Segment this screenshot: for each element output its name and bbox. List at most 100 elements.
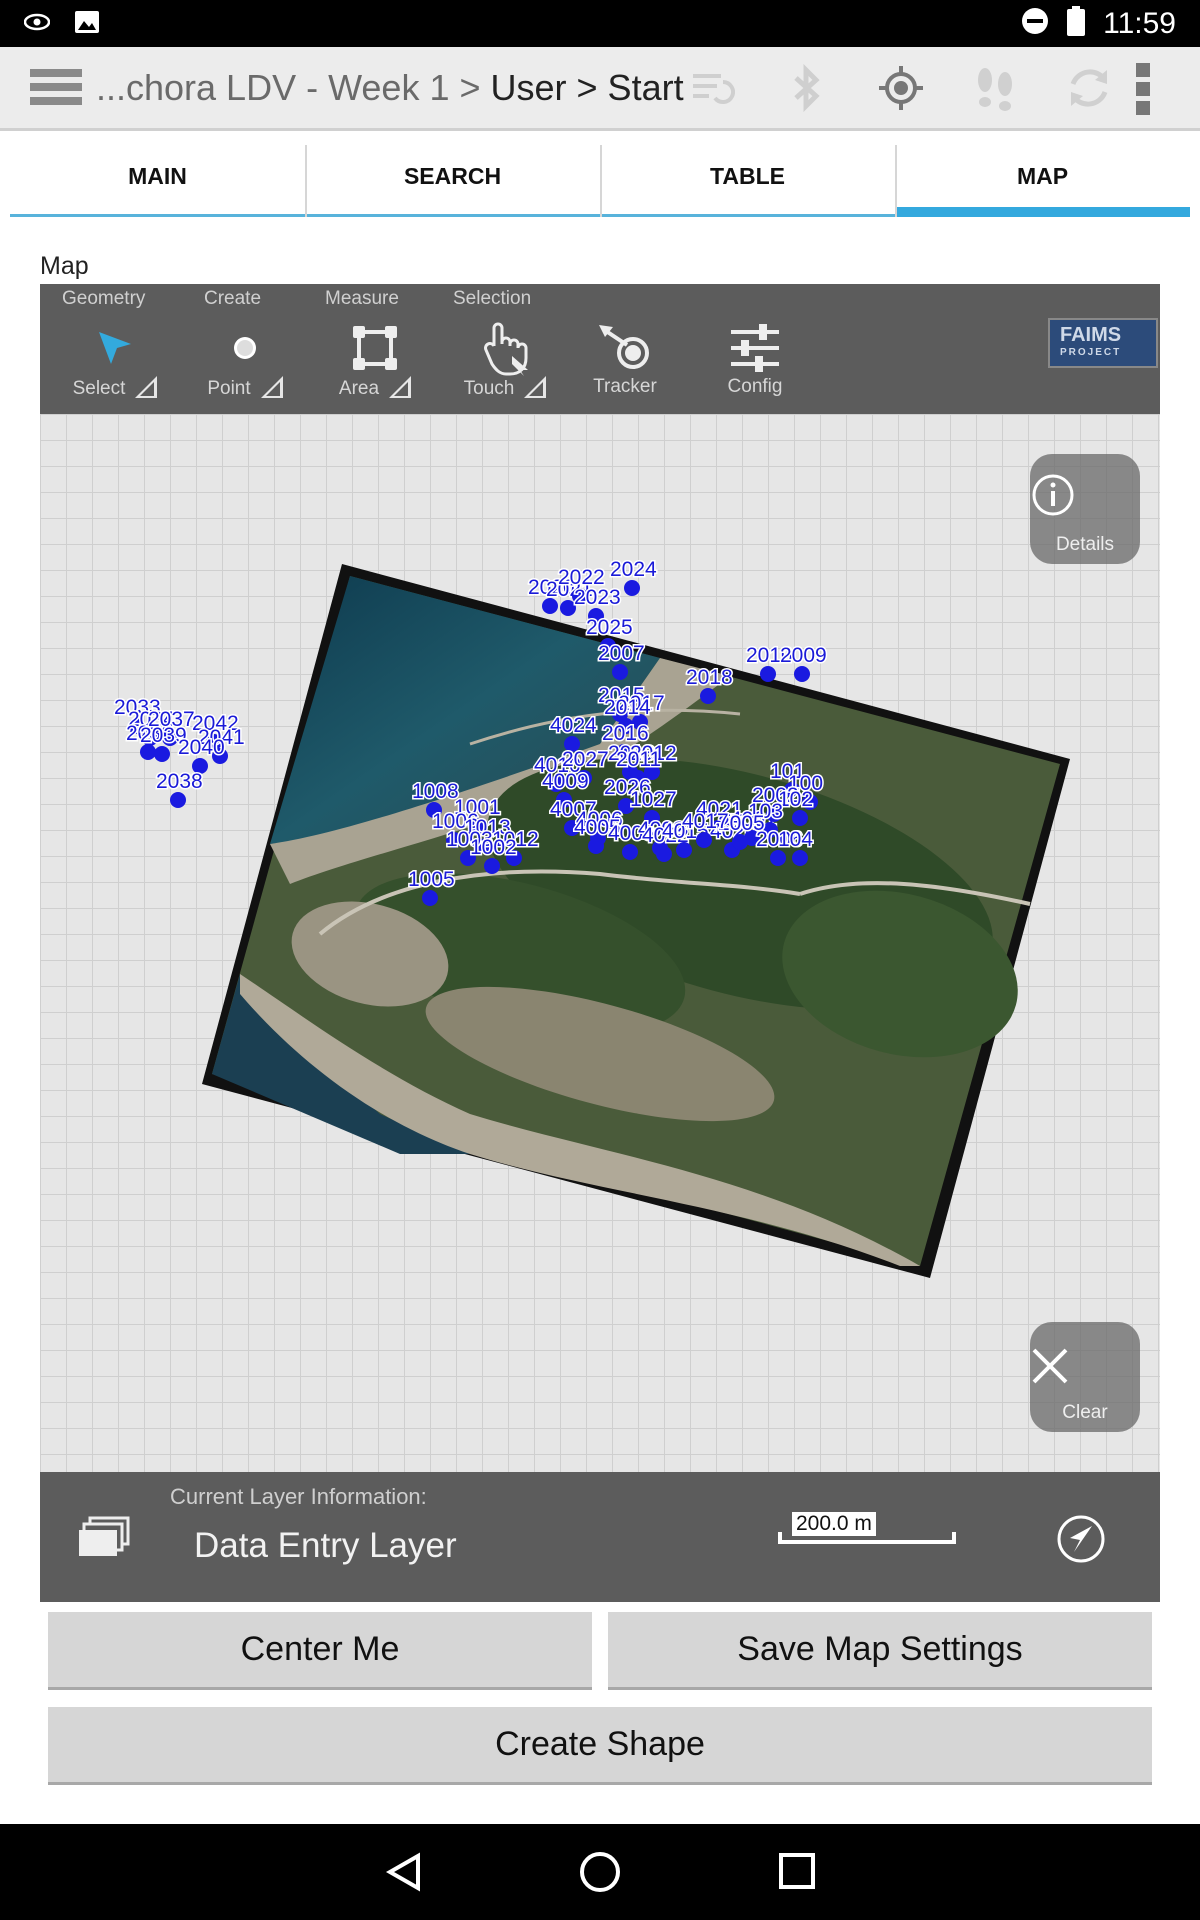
map-point-label: 2023: [574, 586, 621, 609]
map-point-marker[interactable]: [624, 580, 640, 596]
tracker-tool-label: Tracker: [593, 376, 657, 397]
map-layers: 2033203420362037203920422041204020382020…: [113, 557, 1070, 1278]
map-canvas[interactable]: 2033 2034 2036 2037 2039 2042 2041 2040 2038 2020…: [40, 414, 1160, 1472]
touch-tool-button[interactable]: Touch: [450, 320, 560, 410]
north-compass-icon[interactable]: [1056, 1514, 1106, 1569]
tab-main[interactable]: MAIN: [10, 145, 305, 217]
map-point-label: 2009: [780, 644, 827, 667]
group-label-measure: Measure: [325, 288, 399, 309]
save-map-settings-button[interactable]: Save Map Settings: [608, 1612, 1152, 1690]
footsteps-tracker-icon[interactable]: [970, 63, 1020, 113]
map-point-label: 4009: [542, 770, 589, 793]
map-point-marker[interactable]: [588, 838, 604, 854]
map-point-marker[interactable]: [770, 850, 786, 866]
sync-status-icon[interactable]: [688, 63, 738, 113]
map-point-label: 2011: [616, 748, 661, 771]
image-notification-icon: [74, 10, 100, 39]
tracker-tool-button[interactable]: Tracker: [570, 320, 680, 410]
map-point-marker[interactable]: [792, 850, 808, 866]
map-point-marker[interactable]: [612, 664, 628, 680]
tab-search[interactable]: SEARCH: [305, 145, 600, 217]
group-label-create: Create: [204, 288, 262, 309]
map-point-label: 2014: [604, 696, 651, 719]
breadcrumb-prefix: ...chora LDV - Week 1 >: [96, 67, 491, 108]
map-point-label: 2038: [156, 770, 203, 793]
status-bar: 11:59: [0, 0, 1200, 47]
center-me-button[interactable]: Center Me: [48, 1612, 592, 1690]
do-not-disturb-icon: [1021, 7, 1049, 40]
clock: 11:59: [1103, 6, 1176, 40]
dropdown-corner-icon: [524, 376, 547, 398]
map-point-marker[interactable]: [794, 666, 810, 682]
current-layer-name[interactable]: Data Entry Layer: [194, 1526, 457, 1566]
overflow-menu-icon[interactable]: [1136, 63, 1152, 115]
config-tool-label: Config: [727, 376, 783, 397]
config-sliders-icon: [731, 324, 779, 372]
map-point-label: 2040: [178, 736, 225, 759]
refresh-icon[interactable]: [1064, 63, 1114, 113]
point-icon: [234, 337, 256, 359]
touch-icon: [484, 322, 528, 376]
battery-icon: [1067, 6, 1086, 41]
map-point-label: 1008: [412, 780, 459, 803]
area-tool-button[interactable]: Area: [320, 320, 430, 410]
map-point-marker[interactable]: [622, 844, 638, 860]
map-point-marker[interactable]: [170, 792, 186, 808]
details-label: Details: [1055, 534, 1115, 555]
menu-icon[interactable]: [30, 69, 82, 109]
gps-location-icon[interactable]: [876, 63, 926, 113]
dropdown-corner-icon: [389, 376, 412, 398]
dropdown-corner-icon: [135, 376, 158, 398]
map-point-marker[interactable]: [656, 846, 672, 862]
breadcrumb: ...chora LDV - Week 1 > User > Start: [96, 67, 684, 109]
clear-label: Clear: [1062, 1402, 1108, 1423]
home-icon[interactable]: [578, 1850, 622, 1899]
touch-tool-label: Touch: [463, 378, 515, 399]
map-point-label: 1002: [470, 836, 517, 859]
system-navigation-bar: [0, 1824, 1200, 1920]
map-point-marker[interactable]: [676, 842, 692, 858]
select-tool-label: Select: [72, 378, 126, 399]
details-button[interactable]: Details: [1030, 454, 1140, 564]
area-tool-label: Area: [338, 378, 380, 399]
action-bar: ...chora LDV - Week 1 > User > Start: [0, 47, 1200, 131]
map-point-label: 4024: [550, 714, 597, 737]
layer-info-title: Current Layer Information:: [170, 1484, 427, 1509]
layers-icon[interactable]: [78, 1516, 130, 1563]
breadcrumb-current: User > Start: [490, 67, 684, 108]
map-point-marker[interactable]: [700, 688, 716, 704]
select-tool-button[interactable]: Select: [60, 320, 170, 410]
tab-table[interactable]: TABLE: [600, 145, 895, 217]
map-point-marker[interactable]: [696, 832, 712, 848]
map-point-marker[interactable]: [422, 890, 438, 906]
clear-button[interactable]: Clear: [1030, 1322, 1140, 1432]
map-toolbar: Geometry Create Measure Selection Select…: [40, 284, 1160, 414]
point-tool-label: Point: [207, 378, 251, 399]
map-point-marker[interactable]: [484, 858, 500, 874]
map-point-marker[interactable]: [792, 810, 808, 826]
recents-icon[interactable]: [778, 1852, 816, 1895]
tab-map[interactable]: MAP: [895, 145, 1190, 217]
scale-bar-label: 200.0 m: [792, 1512, 876, 1536]
layer-info-panel: Current Layer Information: Data Entry La…: [40, 1472, 1160, 1602]
faims-project-logo: FAIMS PROJECT: [1048, 318, 1158, 368]
tracker-icon: [599, 325, 649, 369]
map-point-label: 4017: [682, 810, 729, 833]
map-point-label: 2024: [610, 558, 657, 581]
back-icon[interactable]: [384, 1852, 424, 1897]
info-icon: [1032, 474, 1074, 516]
close-icon: [1032, 1348, 1068, 1384]
map-point-label: 104: [778, 828, 813, 851]
config-tool-button[interactable]: Config: [700, 320, 810, 410]
scale-bar: 200.0 m: [778, 1512, 956, 1544]
eye-icon: [23, 13, 51, 36]
bluetooth-icon[interactable]: [782, 63, 832, 113]
point-tool-button[interactable]: Point: [190, 320, 300, 410]
create-shape-button[interactable]: Create Shape: [48, 1707, 1152, 1785]
map-point-label: 2007: [598, 642, 645, 665]
map-point-marker[interactable]: [154, 746, 170, 762]
group-label-geometry: Geometry: [62, 288, 146, 309]
map-point-label: 1027: [630, 788, 677, 811]
map-point-marker[interactable]: [732, 834, 748, 850]
map-point-marker[interactable]: [760, 666, 776, 682]
